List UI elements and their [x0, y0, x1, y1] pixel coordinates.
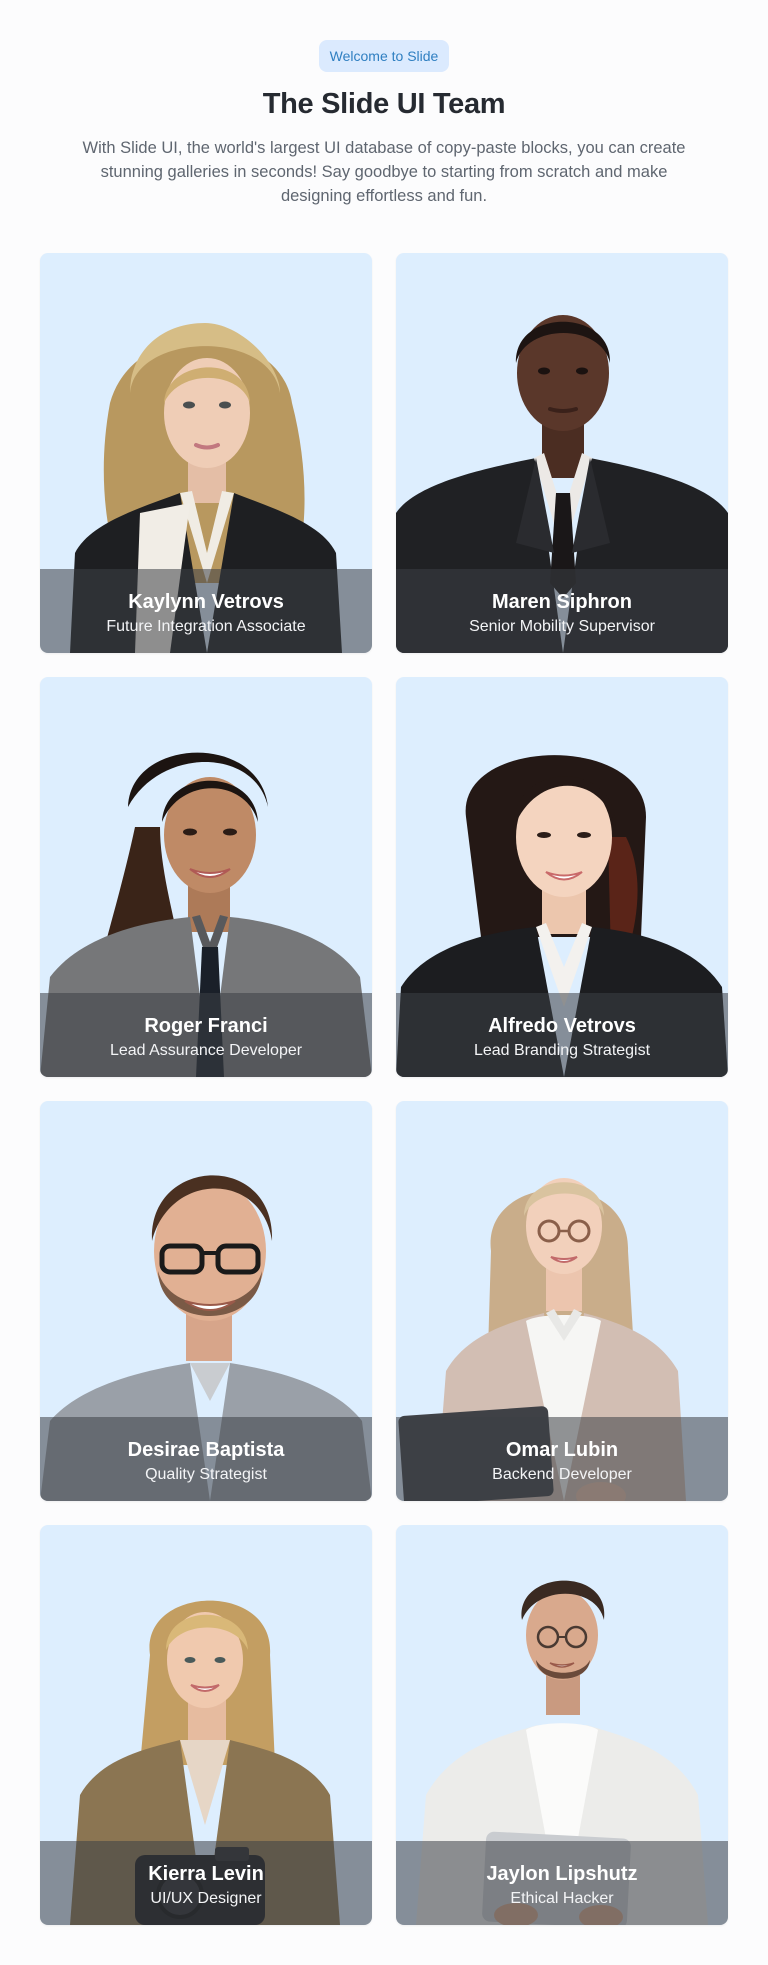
team-member-card[interactable]: Kierra Levin UI/UX Designer	[40, 1525, 372, 1925]
member-caption: Omar Lubin Backend Developer	[396, 1417, 728, 1501]
member-name: Roger Franci	[144, 1014, 268, 1037]
member-role: Future Integration Associate	[106, 617, 306, 635]
member-role: Backend Developer	[492, 1465, 632, 1483]
team-member-card[interactable]: Roger Franci Lead Assurance Developer	[40, 677, 372, 1077]
page-title: The Slide UI Team	[262, 88, 506, 120]
welcome-badge: Welcome to Slide	[318, 40, 450, 72]
page-description: With Slide UI, the world's largest UI da…	[82, 139, 686, 205]
member-role: Lead Assurance Developer	[109, 1041, 303, 1059]
team-member-card[interactable]: Kaylynn Vetrovs Future Integration Assoc…	[40, 253, 372, 653]
team-member-card[interactable]: Jaylon Lipshutz Ethical Hacker	[396, 1525, 728, 1925]
member-caption: Jaylon Lipshutz Ethical Hacker	[396, 1841, 728, 1925]
team-member-card[interactable]: Desirae Baptista Quality Strategist	[40, 1101, 372, 1501]
member-name: Omar Lubin	[505, 1438, 619, 1461]
team-member-card[interactable]: Maren Siphron Senior Mobility Supervisor	[396, 253, 728, 653]
member-role: Lead Branding Strategist	[473, 1041, 651, 1059]
member-name: Kaylynn Vetrovs	[128, 590, 284, 613]
team-member-card[interactable]: Alfredo Vetrovs Lead Branding Strategist	[396, 677, 728, 1077]
team-header: Welcome to Slide The Slide UI Team With …	[0, 0, 768, 208]
member-caption: Desirae Baptista Quality Strategist	[40, 1417, 372, 1501]
team-grid: Kaylynn Vetrovs Future Integration Assoc…	[40, 253, 728, 1925]
member-role: Quality Strategist	[145, 1465, 267, 1483]
member-caption: Maren Siphron Senior Mobility Supervisor	[396, 569, 728, 653]
member-name: Alfredo Vetrovs	[488, 1014, 636, 1037]
member-role: Senior Mobility Supervisor	[469, 617, 655, 635]
member-caption: Roger Franci Lead Assurance Developer	[40, 993, 372, 1077]
member-caption: Alfredo Vetrovs Lead Branding Strategist	[396, 993, 728, 1077]
member-name: Desirae Baptista	[127, 1438, 285, 1461]
member-name: Maren Siphron	[491, 590, 632, 613]
member-name: Jaylon Lipshutz	[486, 1862, 638, 1885]
team-page: Welcome to Slide The Slide UI Team With …	[0, 0, 768, 1965]
member-caption: Kaylynn Vetrovs Future Integration Assoc…	[40, 569, 372, 653]
member-caption: Kierra Levin UI/UX Designer	[40, 1841, 372, 1925]
member-role: UI/UX Designer	[150, 1889, 262, 1907]
member-role: Ethical Hacker	[510, 1889, 614, 1907]
team-member-card[interactable]: Omar Lubin Backend Developer	[396, 1101, 728, 1501]
member-name: Kierra Levin	[148, 1862, 264, 1885]
